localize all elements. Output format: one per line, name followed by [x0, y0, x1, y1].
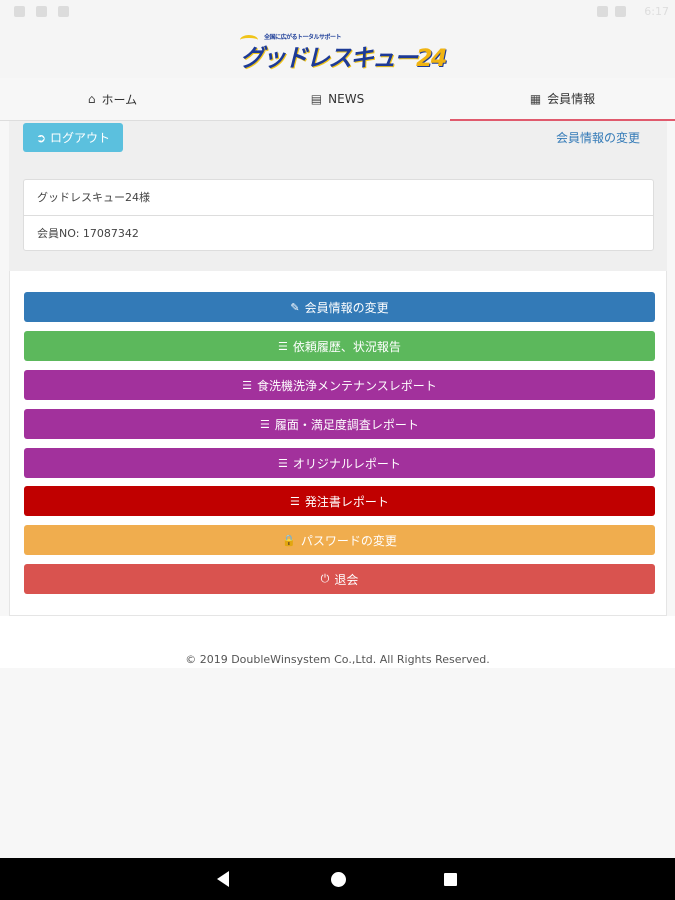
change-password-button[interactable]: 🔒 パスワードの変更: [24, 525, 655, 555]
list-icon: ☰: [260, 417, 270, 431]
button-label: 発注書レポート: [304, 494, 389, 509]
logout-icon: ➲: [35, 130, 47, 145]
page-footer: © 2019 DoubleWinsystem Co.,Ltd. All Righ…: [0, 616, 675, 668]
home-icon: ⌂: [87, 92, 96, 106]
status-clock: 6:17: [644, 5, 669, 18]
tab-home-label: ホーム: [101, 92, 138, 107]
satisfaction-report-button[interactable]: ☰ 履面・満足度調査レポート: [24, 409, 655, 439]
dishwasher-report-button[interactable]: ☰ 食洗機洗浄メンテナンスレポート: [24, 370, 655, 400]
home-circle-icon[interactable]: [331, 872, 346, 887]
logo-text: グッドレスキュー24: [240, 38, 447, 73]
news-icon: ▤: [310, 92, 323, 106]
logout-label: ログアウト: [50, 131, 111, 145]
wifi-icon: [597, 6, 608, 17]
member-info-box: グッドレスキュー24様 会員NO: 17087342: [23, 179, 654, 251]
battery-icon: [615, 6, 626, 17]
button-label: パスワードの変更: [300, 533, 397, 548]
power-icon: ⏻: [320, 572, 330, 585]
android-nav-bar: [0, 858, 675, 900]
tab-home[interactable]: ⌂ ホーム: [0, 78, 225, 120]
tab-news-label: NEWS: [328, 92, 365, 106]
purchase-order-report-button[interactable]: ☰ 発注書レポート: [24, 486, 655, 516]
notification-icon: [36, 6, 47, 17]
list-icon: ☰: [290, 494, 300, 508]
member-number: 会員NO: 17087342: [37, 227, 139, 240]
recent-apps-icon[interactable]: [444, 873, 457, 886]
tab-news[interactable]: ▤ NEWS: [225, 78, 450, 120]
app-header: 全国に広がるトータルサポート グッドレスキュー24: [0, 24, 675, 78]
notification-icon: [58, 6, 69, 17]
list-icon: ☰: [242, 378, 253, 392]
logout-button[interactable]: ➲ ログアウト: [23, 123, 123, 152]
change-member-info-link[interactable]: 会員情報の変更: [556, 129, 640, 146]
tab-member-info[interactable]: ▦ 会員情報: [450, 78, 675, 121]
member-info-panel: グッドレスキュー24様 会員NO: 17087342: [9, 161, 667, 271]
copyright-text: © 2019 DoubleWinsystem Co.,Ltd. All Righ…: [185, 653, 490, 666]
empty-area: [0, 668, 675, 858]
app-logo[interactable]: 全国に広がるトータルサポート グッドレスキュー24: [240, 32, 447, 72]
withdraw-button[interactable]: ⏻ 退会: [24, 564, 655, 594]
edit-member-info-button[interactable]: ✎ 会員情報の変更: [24, 292, 655, 322]
button-label: 食洗機洗浄メンテナンスレポート: [257, 378, 437, 393]
list-icon: ☰: [278, 456, 288, 470]
member-card-icon: ▦: [529, 91, 542, 106]
logo-number: 24: [416, 44, 447, 72]
menu-button-panel: ✎ 会員情報の変更 ☰ 依頼履歴、状況報告 ☰ 食洗機洗浄メンテナンスレポート …: [9, 271, 667, 616]
button-label: オリジナルレポート: [292, 456, 401, 471]
button-label: 退会: [334, 572, 359, 587]
logo-word: グッドレスキュー: [240, 44, 418, 72]
tab-member-info-label: 会員情報: [547, 92, 596, 106]
original-report-button[interactable]: ☰ オリジナルレポート: [24, 448, 655, 478]
top-nav: ⌂ ホーム ▤ NEWS ▦ 会員情報: [0, 78, 675, 121]
list-icon: ☰: [278, 339, 288, 353]
edit-icon: ✎: [290, 300, 300, 314]
lock-icon: 🔒: [282, 533, 296, 547]
member-toolbar: ➲ ログアウト 会員情報の変更: [9, 121, 667, 161]
button-label: 履面・満足度調査レポート: [274, 417, 419, 432]
notification-icon: [14, 6, 25, 17]
back-icon[interactable]: [217, 871, 229, 887]
status-bar: 6:17: [0, 0, 675, 24]
request-history-button[interactable]: ☰ 依頼履歴、状況報告: [24, 331, 655, 361]
button-label: 依頼履歴、状況報告: [292, 339, 401, 354]
member-name: グッドレスキュー24様: [24, 180, 653, 216]
button-label: 会員情報の変更: [304, 300, 389, 315]
